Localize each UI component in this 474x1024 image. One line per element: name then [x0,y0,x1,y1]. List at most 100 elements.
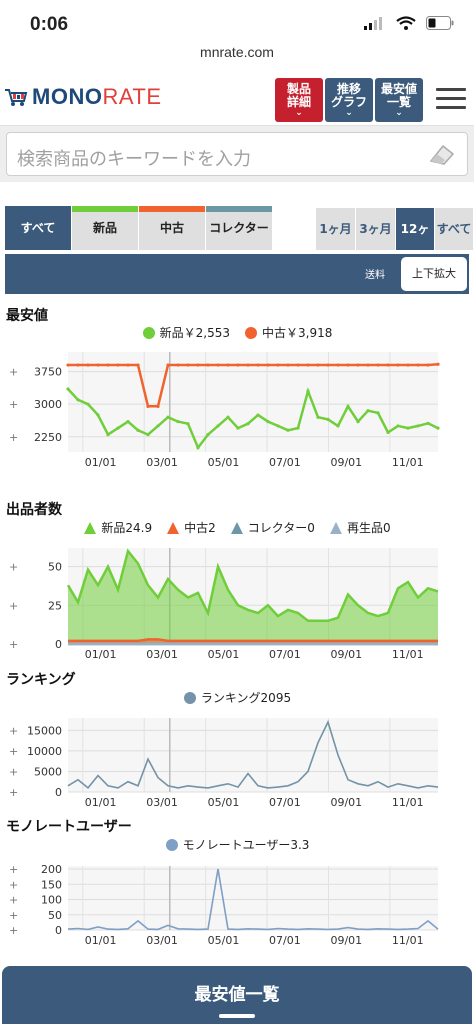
condition-tab-1[interactable]: 新品 [72,206,138,250]
period-tab-3[interactable]: すべて [435,208,473,250]
url-bar[interactable]: mnrate.com [0,44,474,68]
legend-item[interactable]: 中古2 [166,519,216,536]
x-tick-label: 11/01 [392,796,424,809]
data-point [166,363,170,367]
shipping-toggle[interactable]: 送料 [365,266,385,281]
eraser-icon[interactable] [427,141,457,167]
data-point [226,363,230,367]
condition-tab-label: 新品 [92,221,117,235]
header-button-0[interactable]: 製品 詳細 ⌄ [275,78,323,122]
chevron-down-icon: ⌄ [345,108,353,118]
condition-tab-0[interactable]: すべて [5,206,71,250]
data-point [146,433,150,437]
legend-dot-icon [165,838,178,851]
data-point [126,419,130,424]
y-tick-plus: + [9,431,18,444]
legend-label: 新品￥2,553 [159,326,230,340]
data-point [136,363,140,367]
data-point [426,363,430,367]
legend-item[interactable]: 新品￥2,553 [142,324,230,341]
y-tick-label: 100 [41,894,62,907]
search-input[interactable]: 検索商品のキーワードを入力 [6,132,468,176]
ranking-title: ランキング [6,672,76,688]
data-point [266,419,270,424]
data-point [236,426,240,430]
legend-label: ランキング2095 [200,691,292,705]
x-tick-label: 09/01 [330,796,362,809]
price-title: 最安値 [6,308,48,324]
search-placeholder: 検索商品のキーワードを入力 [17,149,251,170]
header-button-1[interactable]: 推移 グラフ ⌄ [325,78,373,122]
data-point [246,363,250,367]
y-tick-plus: + [9,599,18,612]
data-point [196,363,200,367]
data-point [436,362,440,366]
x-tick-label: 05/01 [208,456,240,469]
data-point [116,426,120,430]
y-tick-plus: + [9,909,18,922]
zoom-toggle[interactable]: 上下拡大 [401,257,467,291]
condition-tab-label: すべて [20,221,56,235]
users-legend: モノレートユーザー3.3 [0,836,474,853]
data-point [406,363,410,367]
data-point [116,363,120,367]
data-point [216,424,220,428]
period-tab-2[interactable]: 12ヶ月 [396,208,434,278]
data-point [256,363,260,367]
legend-item[interactable]: 再生品0 [329,519,391,536]
y-tick-label: 10000 [27,745,62,758]
y-tick-label: 150 [41,878,62,891]
x-tick-label: 01/01 [85,456,117,469]
data-point [96,363,100,367]
data-point [416,424,420,428]
menu-icon[interactable] [436,88,466,110]
period-tab-0[interactable]: 1ヶ月 [316,208,355,250]
condition-tab-2[interactable]: 中古 [139,206,205,250]
legend-item[interactable]: コレクター0 [230,519,315,536]
x-tick-label: 07/01 [269,796,301,809]
header-button-2[interactable]: 最安値 一覧 ⌄ [375,78,423,122]
data-point [306,363,310,367]
data-point [66,387,70,391]
logo[interactable]: MONORATE [4,84,162,110]
data-point [266,363,270,367]
wifi-icon [396,16,416,30]
data-point [356,363,360,367]
period-tab-1[interactable]: 3ヶ月 [356,208,395,250]
data-point [426,421,430,425]
data-point [136,428,140,432]
data-point [356,419,360,424]
tab-color-bar [206,206,272,212]
data-point [316,363,320,367]
legend-item[interactable]: 新品24.9 [83,519,152,536]
legend-item[interactable]: モノレートユーザー3.3 [165,836,309,853]
x-tick-label: 09/01 [330,934,362,947]
data-point [286,428,290,432]
users-title: モノレートユーザー [6,819,132,835]
legend-item[interactable]: 中古￥3,918 [244,324,332,341]
y-tick-label: 5000 [34,765,62,778]
status-icons [364,16,454,30]
legend-item[interactable]: ランキング2095 [183,689,291,706]
lowest-price-list-button[interactable]: 最安値一覧 [2,980,472,1005]
data-point [86,363,90,367]
y-tick-plus: + [9,561,18,574]
data-point [276,424,280,428]
y-tick-label: 0 [55,924,62,937]
logo-mono: MONO [32,84,103,109]
condition-tab-3[interactable]: コレクター [206,206,272,250]
x-tick-label: 03/01 [146,456,178,469]
sellers-chart: 0 +25 +50 +01/01 03/01 05/01 07/01 09/01 11/01 [9,548,439,661]
data-point [236,363,240,367]
x-tick-label: 05/01 [208,648,240,661]
option-bar: 送料 上下拡大 [5,254,469,294]
legend-dot-icon [142,326,155,339]
data-point [306,389,310,393]
data-point [96,413,100,417]
data-point [106,363,110,367]
data-point [216,363,220,367]
y-tick-label: 15000 [27,724,62,737]
data-point [326,417,330,421]
data-point [146,404,150,408]
x-tick-label: 09/01 [330,456,362,469]
